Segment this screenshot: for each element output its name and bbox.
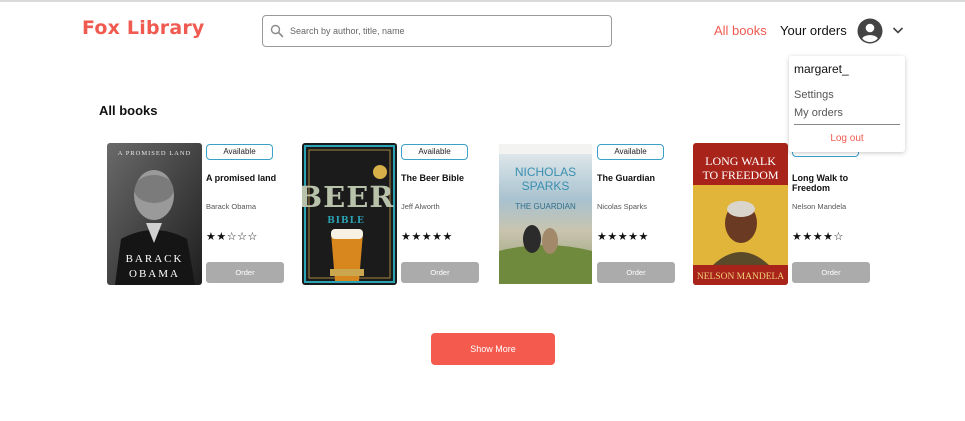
- user-dropdown-menu: margaret_ Settings My orders Log out: [789, 56, 905, 152]
- order-button[interactable]: Order: [206, 262, 284, 283]
- book-title[interactable]: The Beer Bible: [401, 173, 483, 183]
- section-title: All books: [99, 103, 158, 118]
- availability-badge: Available: [401, 144, 468, 160]
- top-divider: [0, 0, 965, 2]
- cover-text: BIBLE: [327, 216, 365, 226]
- show-more-button[interactable]: Show More: [431, 333, 555, 365]
- cover-text: TO FREEDOM: [702, 168, 778, 182]
- nav-your-orders[interactable]: Your orders: [780, 23, 847, 38]
- availability-badge: Available: [597, 144, 664, 160]
- book-author: Barack Obama: [206, 202, 257, 211]
- star-rating: ★★★★★: [597, 231, 649, 243]
- book-title[interactable]: A promised land: [206, 173, 288, 183]
- book-card: NICHOLAS SPARKS THE GUARDIAN Available T…: [498, 142, 678, 287]
- book-author: Nicolas Sparks: [597, 202, 648, 211]
- book-author: Nelson Mandela: [792, 202, 847, 211]
- book-card: LONG WALK TO FREEDOM NELSON MANDELA Avai…: [693, 141, 874, 287]
- order-button[interactable]: Order: [792, 262, 870, 283]
- availability-badge: Available: [206, 144, 273, 160]
- search-bar[interactable]: [262, 15, 612, 47]
- search-icon: [270, 24, 284, 38]
- book-title[interactable]: The Guardian: [597, 173, 679, 183]
- order-button[interactable]: Order: [597, 262, 675, 283]
- app-logo[interactable]: Fox Library: [82, 17, 205, 39]
- book-card: BEER BIBLE Available The Beer Bible Jeff…: [302, 142, 482, 287]
- book-title[interactable]: Long Walk to Freedom: [792, 173, 874, 193]
- book-author: Jeff Alworth: [401, 202, 440, 211]
- chevron-down-icon[interactable]: [892, 26, 904, 35]
- star-rating: ★★★★☆: [792, 231, 844, 243]
- book-cover-image[interactable]: LONG WALK TO FREEDOM NELSON MANDELA: [693, 143, 788, 285]
- cover-text: SPARKS: [522, 179, 570, 193]
- dropdown-settings-link[interactable]: Settings: [794, 89, 834, 101]
- logout-link[interactable]: Log out: [789, 133, 905, 144]
- cover-text: A PROMISED LAND: [118, 150, 192, 157]
- cover-text: LONG WALK: [705, 154, 776, 168]
- cover-text: OBAMA: [129, 268, 180, 280]
- cover-text: NICHOLAS: [515, 165, 576, 179]
- search-input[interactable]: [290, 20, 605, 42]
- cover-text: BARACK: [126, 253, 184, 265]
- user-avatar-icon[interactable]: [857, 18, 883, 44]
- dropdown-username: margaret_: [794, 62, 849, 76]
- book-cover-image[interactable]: A PROMISED LAND BARACK OBAMA: [107, 143, 202, 285]
- dropdown-divider: [794, 124, 900, 125]
- nav-all-books[interactable]: All books: [714, 23, 767, 38]
- cover-text: THE GUARDIAN: [515, 202, 576, 211]
- star-rating: ★★★★★: [401, 231, 453, 243]
- book-card: A PROMISED LAND BARACK OBAMA Available A…: [107, 142, 287, 287]
- star-rating: ★★☆☆☆: [206, 231, 258, 243]
- book-cover-image[interactable]: NICHOLAS SPARKS THE GUARDIAN: [498, 143, 593, 285]
- order-button[interactable]: Order: [401, 262, 479, 283]
- dropdown-my-orders-link[interactable]: My orders: [794, 107, 843, 119]
- cover-text: BEER: [302, 180, 394, 214]
- book-cover-image[interactable]: BEER BIBLE: [302, 143, 397, 285]
- cover-text: NELSON MANDELA: [697, 272, 784, 282]
